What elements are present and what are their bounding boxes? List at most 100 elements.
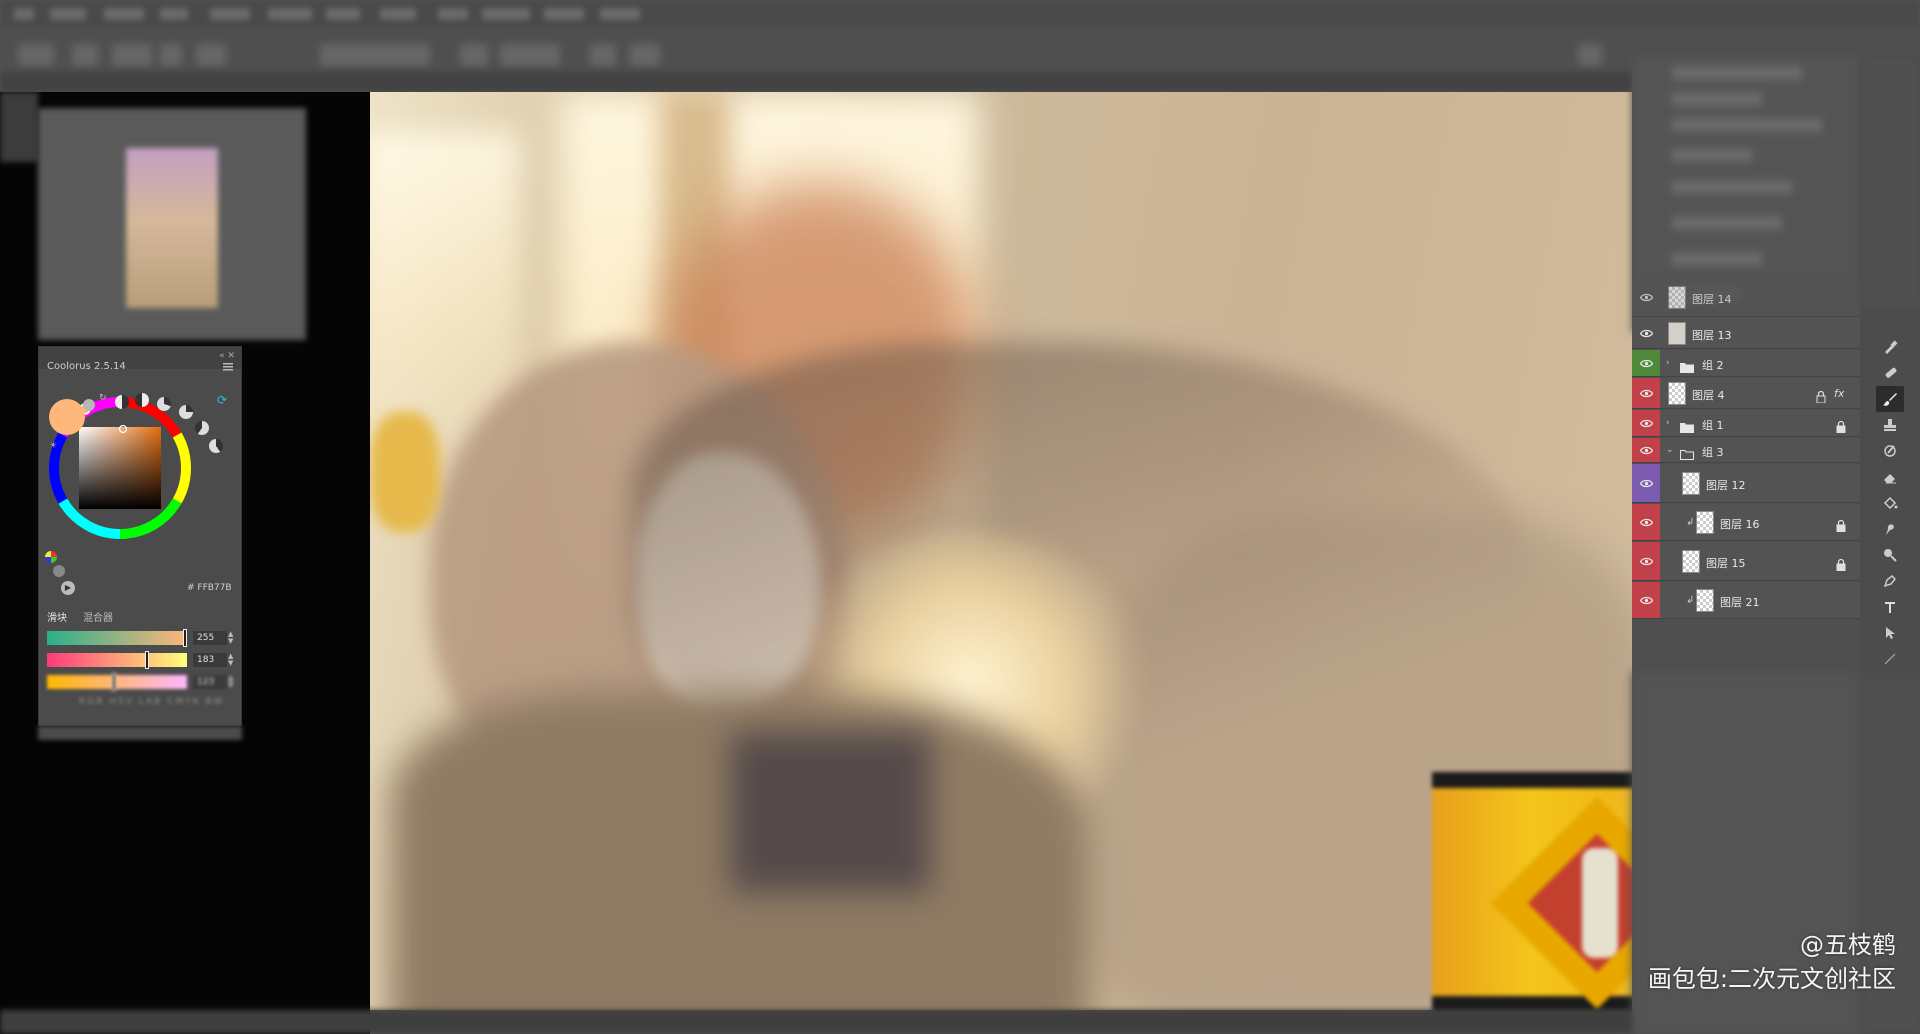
layer-visibility-toggle[interactable] (1632, 464, 1660, 502)
layer-name[interactable]: 组 1 (1702, 417, 1724, 433)
swap-icon[interactable]: ↻ (99, 393, 107, 403)
layer-name[interactable]: 图层 13 (1692, 327, 1732, 343)
layer-name[interactable]: 图层 14 (1692, 291, 1732, 307)
panel-collapse-icon[interactable]: « ✕ (219, 351, 235, 361)
pen-icon[interactable] (1876, 568, 1904, 594)
layer-thumbnail[interactable] (1668, 285, 1686, 309)
layer-thumbnail[interactable] (1696, 510, 1714, 534)
layer-row[interactable]: ↲ 图层 16 (1632, 504, 1860, 541)
collapsed-panel-strip[interactable] (0, 92, 38, 162)
layer-name[interactable]: 图层 16 (1720, 516, 1760, 532)
layer-name[interactable]: 图层 4 (1692, 387, 1725, 403)
layer-visibility-toggle[interactable] (1632, 378, 1660, 408)
dodge-icon[interactable] (1876, 542, 1904, 568)
layer-name[interactable]: 组 2 (1702, 357, 1724, 373)
slider-handle[interactable] (112, 673, 116, 691)
layer-row[interactable]: 图层 13 (1632, 318, 1860, 349)
eyedropper-icon[interactable] (1876, 334, 1904, 360)
slider-blue[interactable]: 123 ▲ ▼ (47, 673, 237, 691)
layer-name[interactable]: 图层 15 (1706, 555, 1746, 571)
slider-value[interactable]: 183 (193, 653, 227, 667)
layer-visibility-toggle[interactable] (1632, 542, 1660, 580)
tab-mixer[interactable]: 混合器 (83, 609, 113, 624)
slider-track[interactable] (47, 631, 187, 645)
slider-green[interactable]: 183 ▲ ▼ (47, 651, 237, 669)
layer-name[interactable]: 图层 12 (1706, 477, 1746, 493)
layer-visibility-toggle[interactable] (1632, 582, 1660, 618)
color-mode-tabs[interactable]: RGB HSV LAB CMYK BW (79, 697, 224, 707)
coolorus-panel[interactable]: « ✕ Coolorus 2.5.14 ↻ ⟳ ☀ ▶ # FFB77B 滑块 … (38, 346, 242, 726)
line-icon[interactable] (1876, 646, 1904, 672)
layer-row[interactable]: ↲ 图层 21 (1632, 582, 1860, 619)
eraser-icon[interactable] (1876, 464, 1904, 490)
chevron-right-icon[interactable]: › (1666, 418, 1674, 428)
layer-row[interactable]: › 组 1 (1632, 410, 1860, 437)
previous-color-swatch[interactable] (83, 399, 95, 411)
layer-row[interactable]: 图层 12 (1632, 464, 1860, 503)
slider-track[interactable] (47, 675, 187, 689)
stamp-icon[interactable] (1876, 412, 1904, 438)
menu-bar[interactable] (0, 0, 1920, 28)
slider-red[interactable]: 255 ▲ ▼ (47, 629, 237, 647)
preset-circle-4[interactable] (179, 405, 193, 419)
eye-icon (1639, 557, 1653, 565)
play-icon[interactable]: ▶ (61, 581, 75, 595)
layer-thumbnail[interactable] (1668, 381, 1686, 405)
layer-visibility-toggle[interactable] (1632, 278, 1660, 316)
refresh-icon[interactable]: ⟳ (217, 393, 227, 407)
layer-row[interactable]: ⌄ 组 3 (1632, 438, 1860, 463)
layer-visibility-toggle[interactable] (1632, 410, 1660, 436)
navigator-panel[interactable] (38, 108, 306, 340)
bandage-icon[interactable] (1876, 360, 1904, 386)
tab-sliders[interactable]: 滑块 (47, 609, 67, 624)
history-brush-icon[interactable] (1876, 438, 1904, 464)
slider-track[interactable] (47, 653, 187, 667)
layer-thumbnail[interactable] (1668, 321, 1686, 345)
fg-bg-icon[interactable] (45, 551, 57, 563)
layer-row[interactable]: 图层 4 fx (1632, 378, 1860, 409)
preset-circle-5[interactable] (195, 421, 209, 435)
layer-thumbnail[interactable] (1682, 549, 1700, 573)
layer-thumbnail[interactable] (1682, 471, 1700, 495)
spinner-icon[interactable]: ▲ ▼ (228, 631, 233, 645)
sun-icon[interactable]: ☀ (49, 441, 57, 451)
layers-panel[interactable]: 图层 14 图层 13 › 组 2 图层 4 fx › 组 1 ⌄ 组 3 图层 12 ↲ 图层 16 图… (1632, 56, 1860, 1034)
preset-circle-6[interactable] (209, 439, 223, 453)
preset-circle-2[interactable] (135, 393, 149, 407)
layer-visibility-toggle[interactable] (1632, 438, 1660, 462)
chevron-down-icon[interactable]: ⌄ (1666, 445, 1674, 455)
document-tabs[interactable] (0, 72, 1640, 92)
chevron-right-icon[interactable]: › (1666, 358, 1674, 368)
layer-name[interactable]: 组 3 (1702, 444, 1724, 460)
slider-value[interactable]: 255 (193, 631, 227, 645)
spinner-icon[interactable]: ▲ ▼ (228, 675, 233, 689)
slider-value[interactable]: 123 (193, 675, 227, 689)
layer-row[interactable]: 图层 14 (1632, 278, 1860, 317)
path-select-icon[interactable] (1876, 620, 1904, 646)
preset-circle-1[interactable] (115, 395, 129, 409)
type-icon[interactable] (1876, 594, 1904, 620)
brush-icon[interactable] (1876, 386, 1904, 412)
slider-handle[interactable] (145, 651, 149, 669)
smudge-icon[interactable] (1876, 516, 1904, 542)
layer-visibility-toggle[interactable] (1632, 504, 1660, 540)
mode-toggle-icon[interactable] (53, 565, 65, 577)
eye-icon (1639, 359, 1653, 367)
slider-handle[interactable] (183, 629, 187, 647)
layer-name[interactable]: 图层 21 (1720, 594, 1760, 610)
current-color-swatch[interactable] (49, 399, 85, 435)
toolbar-blurred-top[interactable] (1860, 56, 1920, 306)
paint-bucket-icon[interactable] (1876, 490, 1904, 516)
layer-row[interactable]: › 组 2 (1632, 350, 1860, 377)
panel-menu-icon[interactable] (223, 363, 233, 371)
layer-effects-icon[interactable]: fx (1834, 387, 1844, 400)
hex-value[interactable]: # FFB77B (187, 583, 232, 593)
layer-visibility-toggle[interactable] (1632, 350, 1660, 376)
toolbar[interactable] (1860, 56, 1920, 1034)
navigator-thumbnail[interactable] (126, 148, 218, 308)
layer-visibility-toggle[interactable] (1632, 318, 1660, 348)
layer-row[interactable]: 图层 15 (1632, 542, 1860, 581)
preset-circle-3[interactable] (157, 397, 171, 411)
spinner-icon[interactable]: ▲ ▼ (228, 653, 233, 667)
layer-thumbnail[interactable] (1696, 588, 1714, 612)
